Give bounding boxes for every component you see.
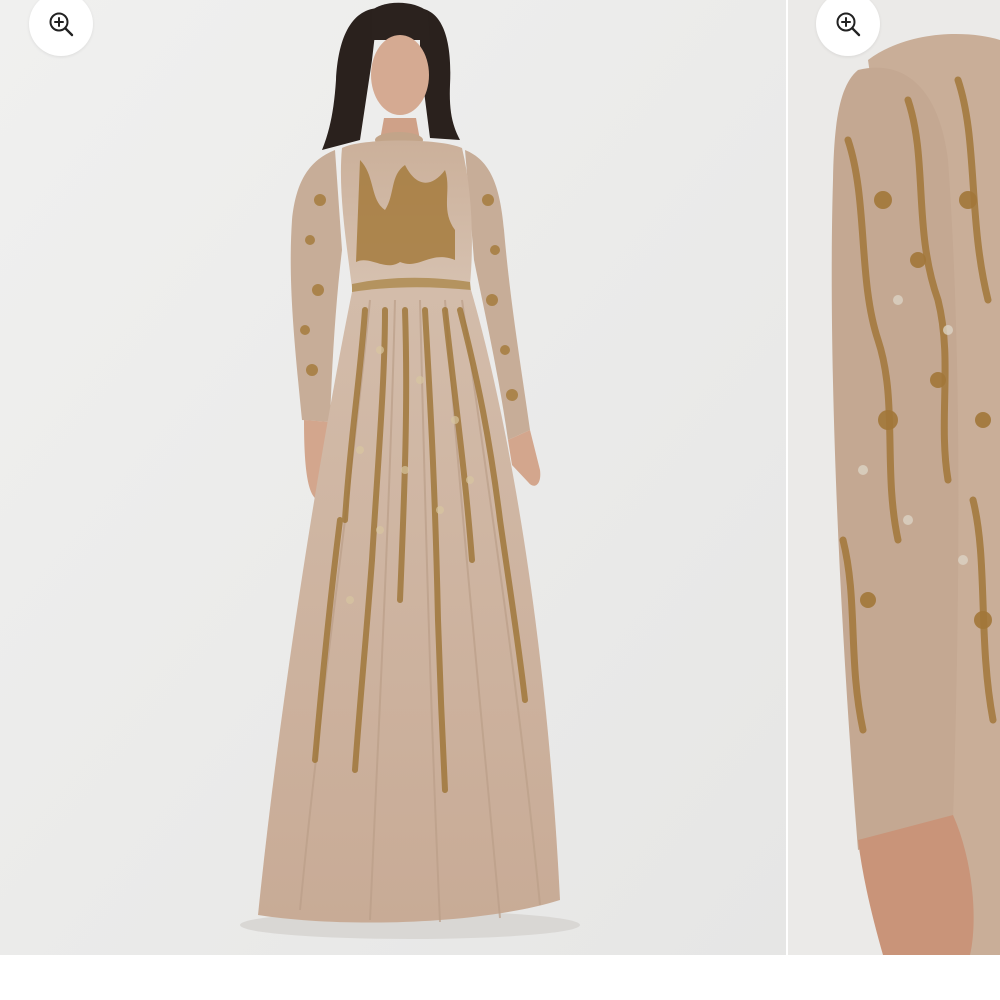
sleeve-embellishment-closeup-photo [788, 0, 1000, 955]
product-image-main[interactable] [0, 0, 786, 955]
product-image-closeup[interactable] [788, 0, 1000, 955]
gallery-footer-space [0, 955, 1000, 1000]
model-full-length-gown-photo [0, 0, 786, 955]
zoom-in-icon [834, 10, 862, 38]
product-image-gallery[interactable] [0, 0, 1000, 955]
zoom-in-icon [47, 10, 75, 38]
